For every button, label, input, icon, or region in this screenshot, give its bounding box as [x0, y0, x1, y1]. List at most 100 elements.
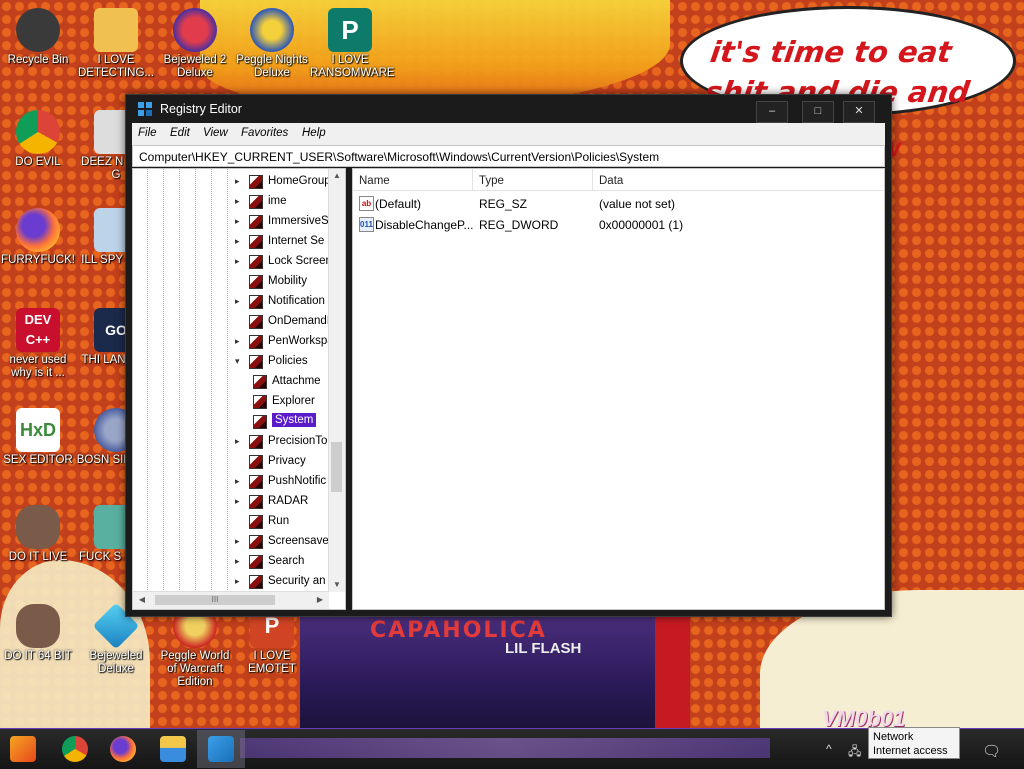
scroll-thumb[interactable] [331, 442, 342, 492]
scroll-left-arrow[interactable]: ◀ [135, 593, 149, 607]
expand-arrow-icon[interactable]: ▸ [235, 296, 245, 307]
chevron-up-icon[interactable]: ^ [826, 742, 832, 756]
recycle-bin-icon [16, 8, 60, 52]
string-value-icon: ab [359, 196, 374, 211]
tree-horizontal-scrollbar[interactable]: ◀ III ▶ [133, 591, 329, 609]
expand-arrow-icon[interactable]: ▸ [235, 476, 245, 487]
peggle-icon [250, 8, 294, 52]
registry-key-icon [249, 335, 263, 349]
registry-key-icon [249, 175, 263, 189]
tree-node-label: Screensave [268, 535, 329, 547]
scroll-up-arrow[interactable]: ▲ [329, 169, 345, 183]
key-tree-pane[interactable]: ▸ HomeGroup ▸ ime ▸ ImmersiveS ▸ Internet Se ▸ Lo… [132, 168, 346, 610]
tree-node-label: PenWorkspa [268, 335, 334, 347]
expand-arrow-icon[interactable]: ▸ [235, 196, 245, 207]
value-row[interactable]: 011 DisableChangeP... REG_DWORD 0x000000… [353, 215, 884, 236]
tree-node-label: Notification [268, 295, 325, 307]
maximize-button[interactable]: □ [802, 101, 834, 123]
value-row[interactable]: ab (Default) REG_SZ (value not set) [353, 194, 884, 215]
horizontal-scroll-thumb[interactable]: III [155, 595, 275, 605]
tree-node-label: Run [268, 515, 290, 527]
tree-node-label: PushNotific [268, 475, 327, 487]
registry-key-icon [249, 275, 263, 289]
menu-file[interactable]: File [138, 127, 157, 139]
regedit-icon[interactable] [208, 736, 234, 762]
tree-guide-line [147, 169, 148, 594]
desktop-icon-devcpp[interactable]: DEV C++ never used why is it ... [0, 308, 78, 380]
tree-node-label: PrecisionTo [268, 435, 328, 447]
desktop-icon-ransomware[interactable]: P I LOVE RANSOMWARE [310, 8, 395, 80]
tree-vertical-scrollbar[interactable]: ▲ ▼ [328, 169, 345, 592]
expand-arrow-icon[interactable]: ▸ [235, 496, 245, 507]
scroll-right-arrow[interactable]: ▶ [313, 593, 327, 607]
desktop-icon-detecting[interactable]: I LOVE DETECTING... [76, 8, 156, 80]
file-explorer-icon[interactable] [160, 736, 186, 762]
tree-node-label: Privacy [268, 455, 306, 467]
menu-favorites[interactable]: Favorites [241, 127, 288, 139]
network-icon[interactable]: 🖧 [848, 742, 861, 763]
value-type: REG_SZ [479, 197, 528, 211]
desktop-icon-do-it-live[interactable]: DO IT LIVE [0, 505, 78, 564]
minimize-button[interactable]: ‒ [756, 101, 788, 123]
taskbar-decoration [240, 738, 770, 758]
menu-view[interactable]: View [203, 127, 228, 139]
expand-arrow-icon[interactable]: ▸ [235, 176, 245, 187]
expand-arrow-icon[interactable]: ▸ [235, 576, 245, 587]
expand-arrow-icon[interactable]: ▸ [235, 256, 245, 267]
regedit-icon [138, 102, 152, 116]
desktop-icon-chrome[interactable]: DO EVIL [0, 110, 78, 169]
start-icon[interactable] [10, 736, 36, 762]
desktop-icon-firefox[interactable]: FURRYFUCK! [0, 208, 78, 267]
hxd-icon: HxD [16, 408, 60, 452]
value-data: (value not set) [599, 197, 676, 211]
tree-guide-line [163, 169, 164, 594]
firefox-icon [16, 208, 60, 252]
desktop-icon-hxd[interactable]: HxD SEX EDITOR [0, 408, 78, 467]
expand-arrow-icon[interactable]: ▸ [235, 536, 245, 547]
desktop-icon-peggle-nights[interactable]: Peggle Nights Deluxe [232, 8, 312, 80]
chrome-icon[interactable] [62, 736, 88, 762]
registry-editor-window: Registry Editor ‒ □ ✕ File Edit View Fav… [125, 94, 892, 617]
expand-arrow-icon[interactable]: ▸ [235, 556, 245, 567]
values-pane[interactable]: Name Type Data ab (Default) REG_SZ (valu… [352, 168, 885, 610]
expand-arrow-icon[interactable]: ▸ [235, 236, 245, 247]
address-bar[interactable]: Computer\HKEY_CURRENT_USER\Software\Micr… [132, 145, 885, 167]
column-header-type[interactable]: Type [473, 169, 593, 191]
tree-guide-line [227, 169, 228, 594]
collapse-arrow-icon[interactable]: ▾ [235, 356, 245, 367]
registry-key-icon [253, 395, 267, 409]
column-header-name[interactable]: Name [353, 169, 473, 191]
registry-key-icon [249, 235, 263, 249]
detect-icon [94, 8, 138, 52]
column-header-data[interactable]: Data [593, 169, 883, 191]
value-name: (Default) [375, 197, 422, 211]
expand-arrow-icon[interactable]: ▸ [235, 336, 245, 347]
tooltip-line-1: Network [873, 731, 914, 743]
network-tooltip: Network Internet access [868, 727, 960, 759]
menu-bar: File Edit View Favorites Help [132, 123, 885, 146]
desktop-icon-do-it-64[interactable]: DO IT 64 BIT [0, 604, 78, 663]
expand-arrow-icon[interactable]: ▸ [235, 436, 245, 447]
title-bar[interactable]: Registry Editor ‒ □ ✕ [126, 95, 891, 123]
desktop-icon-bejeweled-2[interactable]: Bejeweled 2 Deluxe [155, 8, 235, 80]
tree-node-label: System [272, 413, 317, 427]
tree-guide-line [211, 169, 212, 594]
registry-key-icon [249, 455, 263, 469]
address-path: Computer\HKEY_CURRENT_USER\Software\Micr… [139, 150, 660, 164]
menu-help[interactable]: Help [302, 127, 326, 139]
registry-key-icon [249, 535, 263, 549]
value-type: REG_DWORD [479, 218, 559, 232]
bejeweled-icon [173, 8, 217, 52]
value-data: 0x00000001 (1) [599, 218, 684, 232]
registry-key-icon [249, 295, 263, 309]
window-title: Registry Editor [160, 102, 242, 116]
scroll-down-arrow[interactable]: ▼ [329, 578, 345, 592]
close-button[interactable]: ✕ [843, 101, 875, 123]
tree-node-label: Mobility [268, 275, 307, 287]
expand-arrow-icon[interactable]: ▸ [235, 216, 245, 227]
menu-edit[interactable]: Edit [170, 127, 190, 139]
desktop-icon-recycle-bin[interactable]: Recycle Bin [0, 8, 78, 67]
firefox-icon[interactable] [110, 736, 136, 762]
action-center-icon[interactable]: 🗨 [982, 742, 1001, 760]
tree-node-label: Internet Se [268, 235, 325, 247]
